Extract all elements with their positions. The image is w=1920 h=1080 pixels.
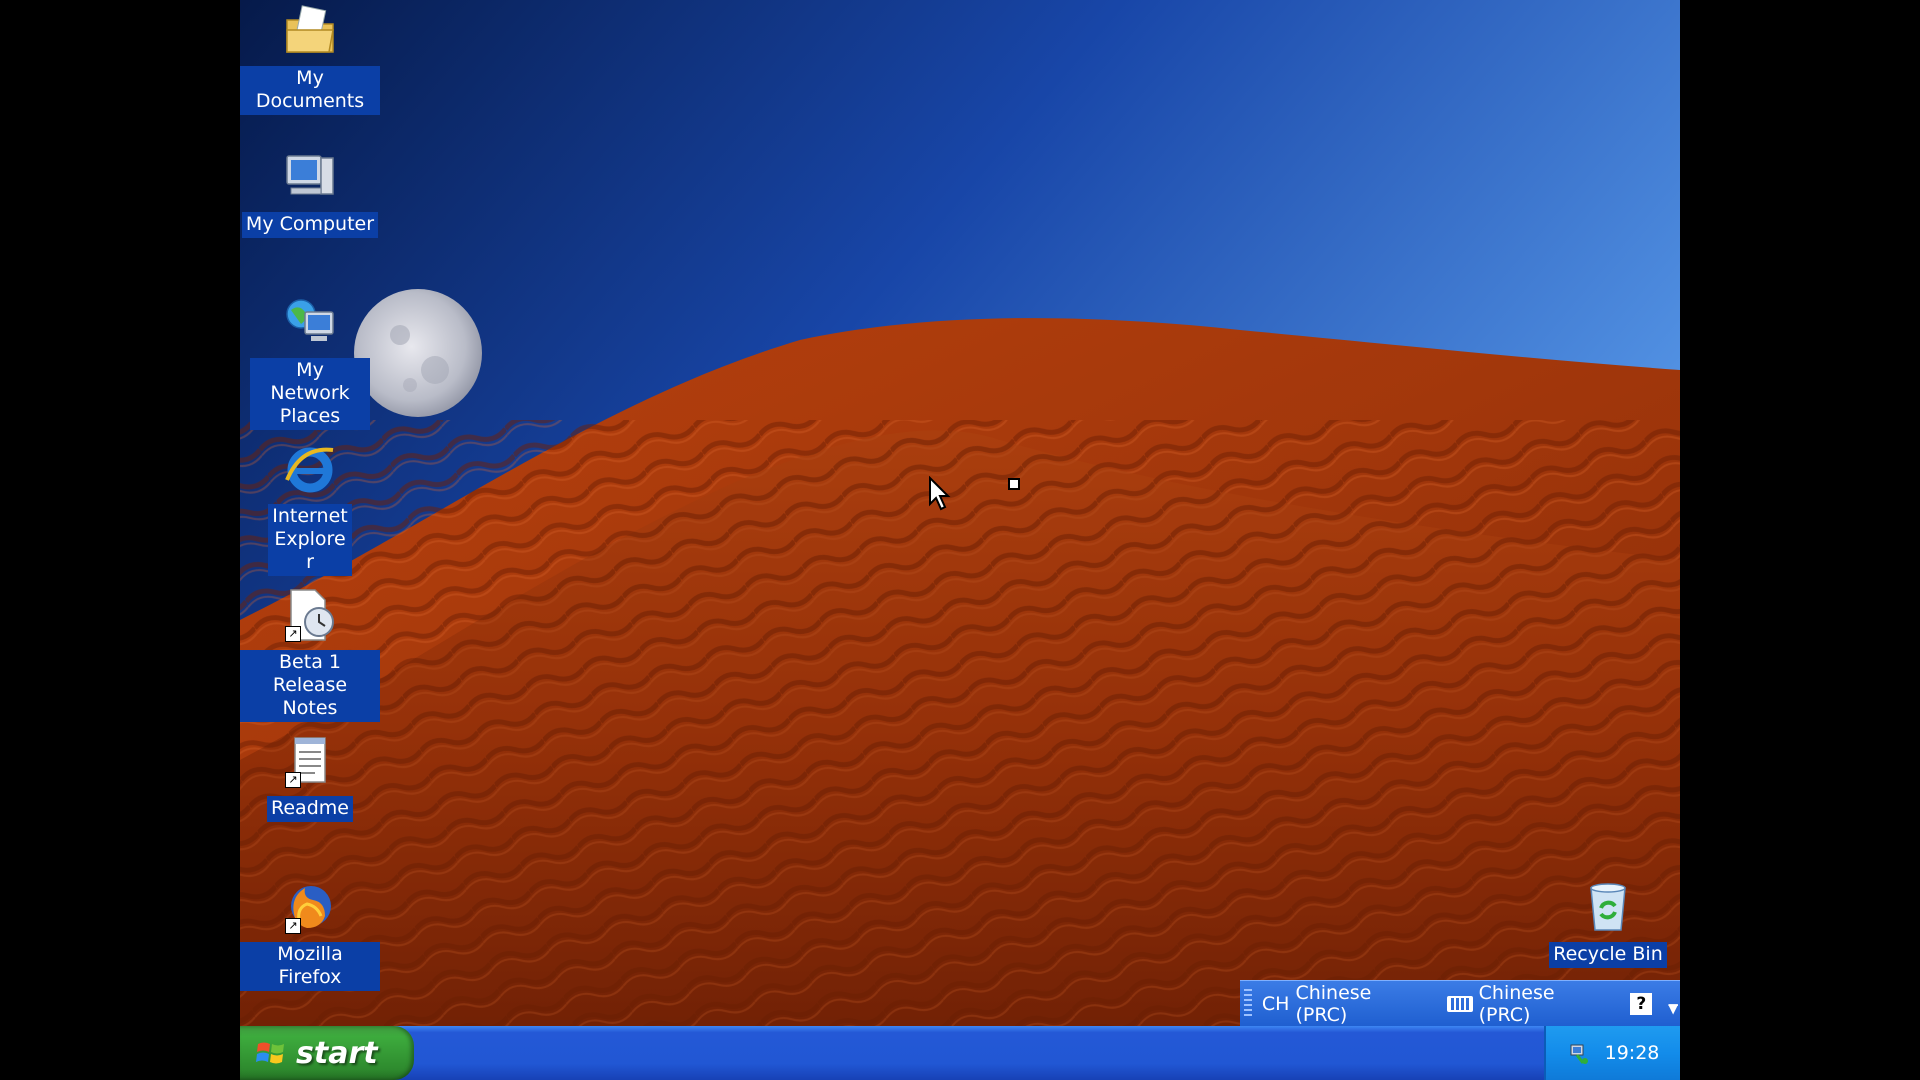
shortcut-arrow-icon: ↗ [285, 918, 301, 934]
recycle-bin-icon [1579, 878, 1637, 936]
network-status-icon[interactable] [1567, 1041, 1591, 1065]
langbar-grip-handle[interactable] [1244, 988, 1252, 1019]
langbar-help-button[interactable]: ? [1630, 992, 1653, 1015]
chevron-down-icon: ▼ [1668, 1001, 1678, 1016]
desktop-icon-label: My Network Places [250, 358, 370, 430]
desktop-screen: My Documents My Computer My Network Plac… [240, 0, 1680, 1080]
windows-logo-icon [256, 1042, 284, 1064]
desktop-icon-beta-release-notes[interactable]: ↗ Beta 1 Release Notes [240, 586, 380, 722]
clock[interactable]: 19:28 [1605, 1042, 1660, 1064]
desktop-icon-label: Readme [267, 796, 353, 822]
desktop-icon-label: Beta 1 Release Notes [240, 650, 380, 722]
input-language-label: Chinese (PRC) [1295, 981, 1372, 1026]
desktop-wallpaper [240, 0, 1680, 1026]
start-label: start [296, 1035, 378, 1071]
release-notes-shortcut-icon: ↗ [281, 586, 339, 644]
shortcut-arrow-icon: ↗ [285, 772, 301, 788]
desktop-icon-my-documents[interactable]: My Documents [240, 2, 380, 115]
desktop-icon-label: My Documents [240, 66, 380, 115]
computer-icon [281, 148, 339, 206]
desktop-icon-readme[interactable]: ↗ Readme [240, 732, 380, 822]
desktop-icon-my-network-places[interactable]: My Network Places [240, 294, 380, 430]
desktop-icon-label: My Computer [241, 212, 379, 238]
desktop-icon-mozilla-firefox[interactable]: ↗ Mozilla Firefox [240, 878, 380, 991]
keyboard-icon [1446, 995, 1473, 1012]
firefox-shortcut-icon: ↗ [281, 878, 339, 936]
start-button[interactable]: start [240, 1026, 414, 1080]
langbar-minimize-button[interactable]: ▁ ▼ [1666, 993, 1680, 1016]
desktop-icon-recycle-bin[interactable]: Recycle Bin [1538, 878, 1678, 968]
input-language-button[interactable]: CH Chinese (PRC) [1262, 982, 1427, 1026]
input-language-code: CH [1261, 992, 1290, 1015]
internet-explorer-icon [281, 440, 339, 498]
language-bar[interactable]: CH Chinese (PRC) Chinese (PRC) ? ▁ ▼ [1240, 980, 1680, 1026]
system-tray: 19:28 [1544, 1026, 1680, 1080]
taskbar: start 19:28 [240, 1026, 1680, 1080]
desktop-icon-my-computer[interactable]: My Computer [240, 148, 380, 238]
keyboard-layout-button[interactable]: Chinese (PRC) [1446, 981, 1611, 1026]
notepad-shortcut-icon: ↗ [281, 732, 339, 790]
network-icon [281, 294, 339, 352]
desktop-icon-label: Internet Explorer [268, 504, 352, 576]
small-square-marker [1008, 478, 1020, 490]
desktop-icon-label: Recycle Bin [1549, 942, 1667, 968]
desktop-icon-internet-explorer[interactable]: Internet Explorer [240, 440, 380, 576]
desktop-icon-label: Mozilla Firefox [240, 942, 380, 991]
shortcut-arrow-icon: ↗ [285, 626, 301, 642]
folder-documents-icon [281, 2, 339, 60]
keyboard-layout-label: Chinese (PRC) [1478, 981, 1555, 1026]
mouse-cursor-icon [929, 476, 951, 511]
